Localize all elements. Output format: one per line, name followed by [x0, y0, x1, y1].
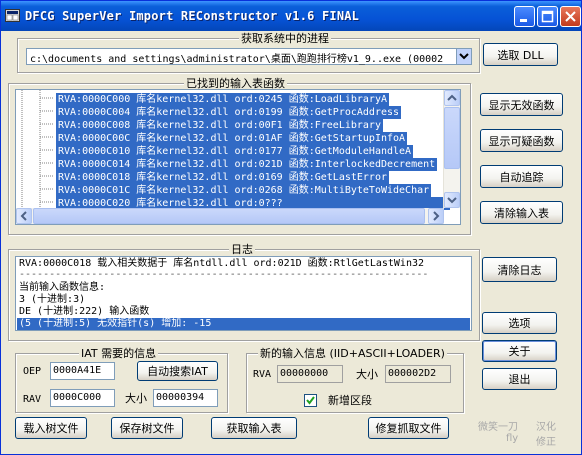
log-line: DE (十进制:222) 输入函数 [19, 306, 150, 317]
chevron-down-icon [459, 53, 469, 60]
process-combobox[interactable]: c:\documents and settings\administrator\… [26, 48, 472, 65]
log-line: 3 (十进制:3) [19, 294, 86, 305]
log-line-selected[interactable]: (5 (十进制:5) 无效指针(s) 增加: -15 [17, 318, 470, 330]
fix-dump-button[interactable]: 修复抓取文件 [368, 417, 449, 439]
import-row[interactable]: RVA:0000C004 库名kernel32.dll ord:0199 函数:… [56, 106, 402, 119]
import-row[interactable]: RVA:0000C000 库名kernel32.dll ord:0245 函数:… [56, 93, 389, 106]
log-separator: ----------------------------------------… [19, 269, 429, 280]
auto-search-iat-button[interactable]: 自动搜索IAT [137, 361, 218, 381]
exit-button[interactable]: 退出 [482, 368, 557, 390]
arrow-down-icon [447, 197, 457, 204]
clear-log-button[interactable]: 清除日志 [482, 257, 557, 282]
log-group-title: 日志 [229, 243, 255, 256]
import-row[interactable]: RVA:0000C014 库名kernel32.dll ord:021D 函数:… [56, 158, 438, 171]
about-button[interactable]: 关于 [482, 340, 557, 362]
tree-lines [21, 90, 54, 210]
credit-fixer: fly [506, 433, 519, 444]
clear-imports-button[interactable]: 清除输入表 [480, 201, 563, 224]
credit-translator: 微笑一刀 [478, 422, 518, 433]
imports-horizontal-scrollbar[interactable] [16, 208, 444, 224]
new-rva-value: 00000000 [277, 365, 343, 383]
main-window: DFCG SuperVer Import REConstructor v1.6 … [0, 0, 582, 455]
imports-tree[interactable]: RVA:0000C000 库名kernel32.dll ord:0245 函数:… [15, 89, 461, 225]
window-title: DFCG SuperVer Import REConstructor v1.6 … [25, 9, 360, 23]
oep-label: OEP [23, 366, 42, 377]
show-invalid-button[interactable]: 显示无效函数 [480, 93, 563, 116]
new-section-label: 新增区段 [328, 394, 372, 407]
scroll-left-button[interactable] [16, 208, 32, 224]
close-icon [565, 11, 576, 22]
close-button[interactable] [560, 6, 581, 27]
process-selected: c:\documents and settings\administrator\… [30, 54, 444, 65]
arrow-up-icon [447, 94, 457, 101]
arrow-right-icon [433, 211, 440, 221]
log-box[interactable]: RVA:0000C018 载入相关数据于 库名ntdll.dll ord:021… [15, 256, 472, 331]
new-import-group-title: 新的输入信息 (IID+ASCII+LOADER) [258, 347, 447, 360]
iat-size-input[interactable]: 00000394 [153, 389, 218, 407]
iat-size-label: 大小 [125, 392, 147, 405]
get-imports-button[interactable]: 获取输入表 [211, 417, 297, 439]
vertical-scroll-thumb[interactable] [444, 107, 460, 169]
iat-group-title: IAT 需要的信息 [79, 347, 159, 360]
import-row[interactable]: RVA:0000C01C 库名kernel32.dll ord:0268 函数:… [56, 184, 432, 197]
oep-input[interactable]: 0000A41E [50, 362, 115, 380]
import-row[interactable]: RVA:0000C010 库名kernel32.dll ord:0177 函数:… [56, 145, 414, 158]
scroll-up-button[interactable] [444, 90, 460, 106]
import-row[interactable]: RVA:0000C008 库名kernel32.dll ord:00F1 函数:… [56, 119, 383, 132]
credit-translation: 汉化 [536, 422, 556, 433]
title-bar[interactable]: DFCG SuperVer Import REConstructor v1.6 … [1, 1, 581, 31]
rva-label: RAV [23, 394, 42, 405]
maximize-icon [541, 10, 554, 23]
new-section-checkbox[interactable] [304, 394, 317, 407]
minimize-button[interactable] [514, 6, 535, 27]
scroll-down-button[interactable] [444, 192, 460, 208]
horizontal-scroll-thumb[interactable] [33, 208, 425, 224]
credit-fix: 修正 [536, 437, 556, 448]
minimize-icon [520, 19, 527, 22]
log-line: 当前输入函数信息: [19, 282, 106, 293]
pick-dll-button[interactable]: 选取 DLL [483, 43, 558, 66]
arrow-left-icon [20, 211, 27, 221]
new-size-value: 000002D2 [385, 365, 451, 383]
new-rva-label: RVA [253, 369, 272, 380]
combo-dropdown-button[interactable] [456, 49, 471, 64]
options-button[interactable]: 选项 [482, 312, 557, 334]
maximize-button[interactable] [537, 6, 558, 27]
checkmark-icon [306, 396, 315, 405]
scroll-right-button[interactable] [428, 208, 444, 224]
import-row[interactable]: RVA:0000C00C 库名kernel32.dll ord:01AF 函数:… [56, 132, 408, 145]
new-size-label: 大小 [356, 368, 378, 381]
load-tree-button[interactable]: 载入树文件 [15, 417, 87, 439]
imports-vertical-scrollbar[interactable] [443, 90, 460, 208]
auto-trace-button[interactable]: 自动追踪 [480, 165, 563, 188]
iat-rva-input[interactable]: 0000C000 [50, 389, 115, 407]
import-row[interactable]: RVA:0000C018 库名kernel32.dll ord:0169 函数:… [56, 171, 389, 184]
process-group-title: 获取系统中的进程 [239, 32, 331, 45]
show-suspect-button[interactable]: 显示可疑函数 [480, 129, 563, 152]
save-tree-button[interactable]: 保存树文件 [111, 417, 183, 439]
app-icon [5, 9, 20, 22]
